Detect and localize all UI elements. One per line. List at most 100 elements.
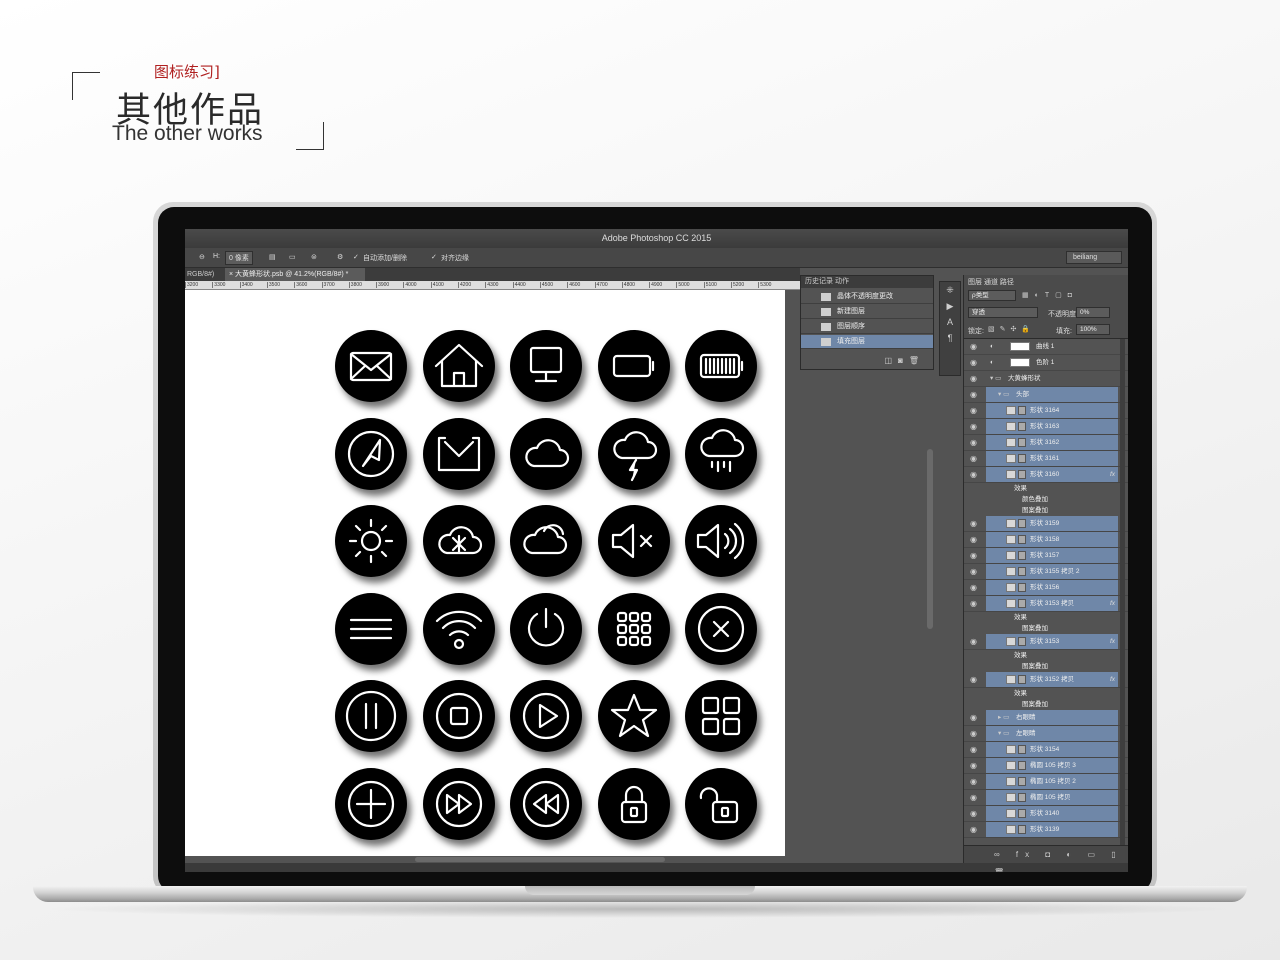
layer-row[interactable]: ◉ 形状 3159 [964, 516, 1128, 532]
layer-effect-row[interactable]: 效果 [964, 688, 1128, 699]
layer-row[interactable]: ◉ 形状 3163 [964, 419, 1128, 435]
vector-mask-icon [1018, 777, 1026, 786]
history-panel-tabs[interactable]: 历史记录 动作 [801, 276, 933, 288]
visibility-eye-icon[interactable]: ◉ [970, 371, 982, 387]
visibility-eye-icon[interactable]: ◉ [970, 532, 982, 548]
layer-row[interactable]: ◉ 形状 3152 拷贝 fx [964, 672, 1128, 688]
canvas-horizontal-scrollbar[interactable] [415, 857, 665, 862]
history-item[interactable]: 晶体不透明度更改 [801, 290, 933, 304]
visibility-eye-icon[interactable]: ◉ [970, 339, 982, 355]
layer-row[interactable]: ◉ 形状 3154 [964, 742, 1128, 758]
visibility-eye-icon[interactable]: ◉ [970, 419, 982, 435]
layer-row[interactable]: ◉ 椭圆 105 拷贝 2 [964, 774, 1128, 790]
canvas-vertical-scrollbar[interactable] [927, 449, 933, 629]
arrange-icon[interactable]: ⊜ [311, 253, 317, 261]
layer-effect-row[interactable]: 图案叠加 [964, 505, 1128, 516]
paragraph-icon[interactable]: ¶ [940, 330, 960, 346]
layer-effect-row[interactable]: 颜色叠加 [964, 494, 1128, 505]
layers-panel-tabs[interactable]: 图层 通道 路径 [968, 277, 1014, 287]
layer-row[interactable]: ◉ 形状 3162 [964, 435, 1128, 451]
visibility-eye-icon[interactable]: ◉ [970, 580, 982, 596]
layer-group-row[interactable]: ◉ ▾ ▭ 左眼睛 [964, 726, 1128, 742]
visibility-eye-icon[interactable]: ◉ [970, 634, 982, 650]
doc-tab-prev[interactable]: RGB/8#) [185, 268, 214, 281]
folder-icon[interactable]: ▾ ▭ [998, 387, 1009, 403]
layer-row[interactable]: ◉ 形状 3161 [964, 451, 1128, 467]
history-footer-icons[interactable]: ◫◙🗑 [801, 352, 933, 369]
visibility-eye-icon[interactable]: ◉ [970, 564, 982, 580]
path-ops-icon[interactable]: ▤ [269, 253, 276, 261]
visibility-eye-icon[interactable]: ◉ [970, 742, 982, 758]
visibility-eye-icon[interactable]: ◉ [970, 822, 982, 838]
visibility-eye-icon[interactable]: ◉ [970, 435, 982, 451]
layer-effect-row[interactable]: 图案叠加 [964, 623, 1128, 634]
layer-row[interactable]: ◉ 形状 3139 [964, 822, 1128, 838]
fx-badge-icon[interactable]: fx [1110, 634, 1115, 650]
history-item[interactable]: 新建图层 [801, 305, 933, 319]
layer-effect-row[interactable]: 效果 [964, 612, 1128, 623]
folder-icon[interactable]: ▾ ▭ [990, 371, 1001, 387]
layer-effect-row[interactable]: 图案叠加 [964, 699, 1128, 710]
layer-row[interactable]: ◉ 形状 3153 拷贝 fx [964, 596, 1128, 612]
layer-group-row[interactable]: ◉ ▸ ▭ 右眼睛 [964, 710, 1128, 726]
brush-presets-icon[interactable]: ⁜ [940, 282, 960, 298]
opacity-field[interactable]: 0% [1076, 307, 1110, 318]
fill-field[interactable]: 100% [1076, 324, 1110, 335]
visibility-eye-icon[interactable]: ◉ [970, 403, 982, 419]
folder-icon[interactable]: ▾ ▭ [998, 726, 1009, 742]
layer-row[interactable]: ◉ ◐ 色阶 1 [964, 355, 1128, 371]
layer-row[interactable]: ◉ 形状 3153 fx [964, 634, 1128, 650]
workspace-selector[interactable]: beiliang [1066, 251, 1122, 264]
history-item[interactable]: 填充图层 [801, 335, 933, 349]
doc-tab-active[interactable]: × 大黄蜂形状.psb @ 41.2%(RGB/8#) * [225, 268, 365, 281]
visibility-eye-icon[interactable]: ◉ [970, 451, 982, 467]
layers-footer-icons[interactable]: ∞ fx ◘ ◐ ▭ ▯ 🗑 [964, 845, 1128, 872]
layer-group-row[interactable]: ◉ ▾ ▭ 大黄蜂形状 [964, 371, 1128, 387]
visibility-eye-icon[interactable]: ◉ [970, 726, 982, 742]
auto-add-checkbox[interactable]: ✓ [353, 253, 359, 261]
visibility-eye-icon[interactable]: ◉ [970, 467, 982, 483]
layer-group-row[interactable]: ◉ ▾ ▭ 头部 [964, 387, 1128, 403]
visibility-eye-icon[interactable]: ◉ [970, 387, 982, 403]
h-field[interactable]: 0 像素 [225, 251, 253, 265]
layers-scrollbar[interactable] [1120, 339, 1125, 854]
layer-effect-row[interactable]: 图案叠加 [964, 661, 1128, 672]
align-edges-checkbox[interactable]: ✓ [431, 253, 437, 261]
lock-icons[interactable]: ▧✎✣🔒 [988, 325, 1035, 333]
layer-effect-row[interactable]: 效果 [964, 650, 1128, 661]
layer-row[interactable]: ◉ 形状 3140 [964, 806, 1128, 822]
layer-row[interactable]: ◉ 形状 3155 拷贝 2 [964, 564, 1128, 580]
visibility-eye-icon[interactable]: ◉ [970, 790, 982, 806]
play-icon[interactable]: ▶ [940, 298, 960, 314]
layer-effect-row[interactable]: 效果 [964, 483, 1128, 494]
layer-kind-filter[interactable]: ρ类型 [968, 290, 1016, 301]
blend-mode-select[interactable]: 穿透 [968, 307, 1038, 318]
visibility-eye-icon[interactable]: ◉ [970, 672, 982, 688]
gear-icon[interactable]: ⚙ [337, 253, 343, 261]
layer-row[interactable]: ◉ 形状 3156 [964, 580, 1128, 596]
layer-row[interactable]: ◉ ◐ 曲线 1 [964, 339, 1128, 355]
visibility-eye-icon[interactable]: ◉ [970, 774, 982, 790]
layer-row[interactable]: ◉ 形状 3164 [964, 403, 1128, 419]
visibility-eye-icon[interactable]: ◉ [970, 806, 982, 822]
layer-row[interactable]: ◉ 形状 3157 [964, 548, 1128, 564]
visibility-eye-icon[interactable]: ◉ [970, 596, 982, 612]
visibility-eye-icon[interactable]: ◉ [970, 355, 982, 371]
visibility-eye-icon[interactable]: ◉ [970, 516, 982, 532]
fx-badge-icon[interactable]: fx [1110, 596, 1115, 612]
layer-row[interactable]: ◉ 形状 3160 fx [964, 467, 1128, 483]
folder-icon[interactable]: ▸ ▭ [998, 710, 1009, 726]
filter-icons[interactable]: ▦◐T▢◘ [1022, 291, 1078, 299]
layer-row[interactable]: ◉ 形状 3158 [964, 532, 1128, 548]
layer-row[interactable]: ◉ 椭圆 105 拷贝 3 [964, 758, 1128, 774]
character-icon[interactable]: A [940, 314, 960, 330]
history-item[interactable]: 图层顺序 [801, 320, 933, 334]
fx-badge-icon[interactable]: fx [1110, 467, 1115, 483]
visibility-eye-icon[interactable]: ◉ [970, 548, 982, 564]
visibility-eye-icon[interactable]: ◉ [970, 758, 982, 774]
visibility-eye-icon[interactable]: ◉ [970, 710, 982, 726]
fx-badge-icon[interactable]: fx [1110, 672, 1115, 688]
layer-row[interactable]: ◉ 椭圆 105 拷贝 [964, 790, 1128, 806]
align-icon[interactable]: ▭ [289, 253, 296, 261]
link-icon[interactable]: ⊖ [199, 253, 205, 261]
